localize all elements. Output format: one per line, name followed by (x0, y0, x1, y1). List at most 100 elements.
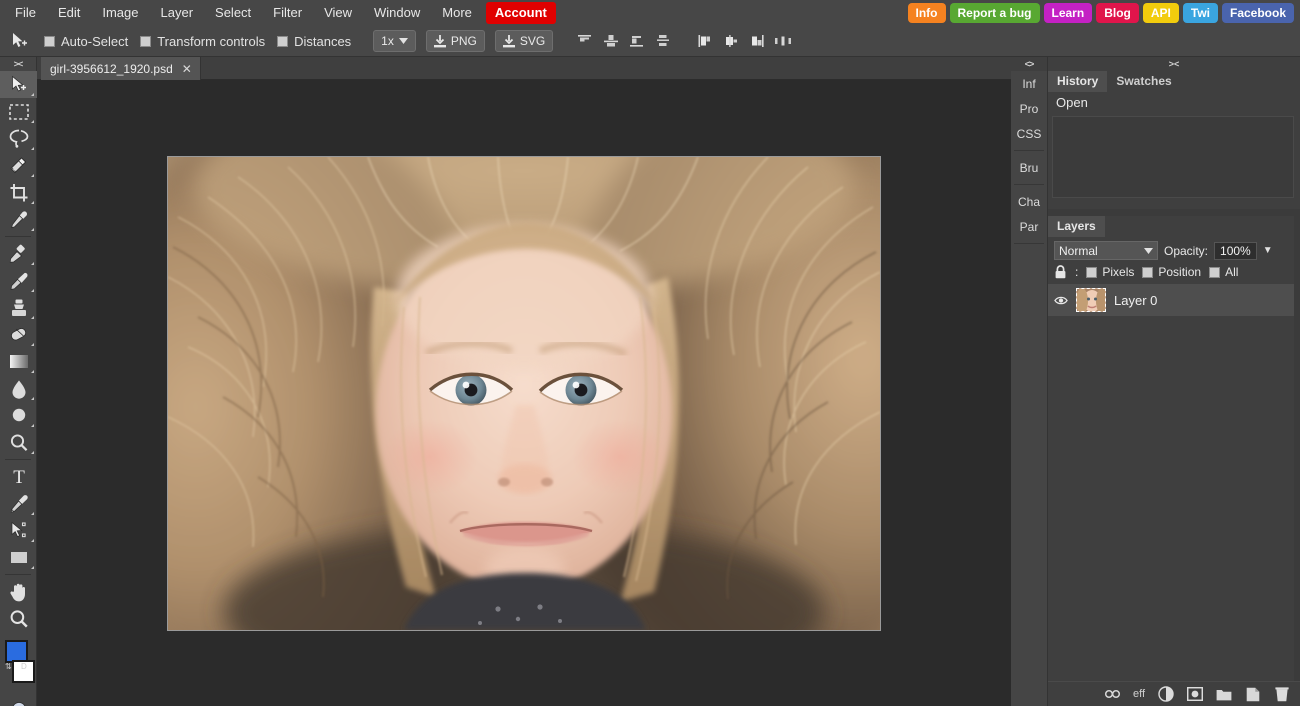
menu-item-view[interactable]: View (313, 1, 363, 25)
tab-swatches[interactable]: Swatches (1107, 71, 1180, 92)
align-left-icon[interactable] (695, 31, 715, 51)
menu-item-more[interactable]: More (431, 1, 483, 25)
document-canvas[interactable] (168, 157, 880, 630)
align-vertical-center-icon[interactable] (601, 31, 621, 51)
menu-item-select[interactable]: Select (204, 1, 262, 25)
blur-tool[interactable] (0, 375, 37, 402)
new-layer-icon[interactable] (1244, 686, 1261, 703)
vertical-tabs-grip[interactable]: <> (1011, 57, 1047, 71)
clone-stamp-tool[interactable] (0, 294, 37, 321)
lock-pixels-box[interactable] (1086, 267, 1097, 278)
export-svg-button[interactable]: SVG (495, 30, 553, 52)
gradient-tool[interactable] (0, 348, 37, 375)
canvas-area[interactable] (37, 80, 1011, 706)
default-colors-icon[interactable]: D (21, 662, 27, 671)
lock-all-box[interactable] (1209, 267, 1220, 278)
transform-controls-checkbox[interactable]: Transform controls (140, 34, 265, 49)
link-api[interactable]: API (1143, 3, 1179, 23)
auto-select-checkbox[interactable]: Auto-Select (44, 34, 128, 49)
shape-tool[interactable] (0, 544, 37, 571)
vtabs-divider (1014, 243, 1044, 244)
layer-row[interactable]: Layer 0 (1048, 284, 1300, 316)
toolbar-grip[interactable]: >< (0, 57, 36, 71)
vtab-info[interactable]: Inf (1011, 71, 1047, 96)
opacity-input[interactable]: 100% (1214, 242, 1257, 260)
panel-collapse-grip[interactable]: >< (1048, 57, 1300, 71)
distances-checkbox[interactable]: Distances (277, 34, 351, 49)
link-blog[interactable]: Blog (1096, 3, 1139, 23)
healing-brush-tool[interactable] (0, 240, 37, 267)
vtab-css[interactable]: CSS (1011, 121, 1047, 146)
tab-history[interactable]: History (1048, 71, 1107, 92)
hand-tool[interactable] (0, 578, 37, 605)
close-icon[interactable]: ✕ (182, 62, 192, 76)
vtab-properties[interactable]: Pro (1011, 96, 1047, 121)
panel-column: >< History Swatches Open Layers (1048, 57, 1300, 706)
layer-thumbnail[interactable] (1076, 288, 1106, 312)
link-learn[interactable]: Learn (1044, 3, 1093, 23)
new-group-icon[interactable] (1215, 686, 1232, 703)
magic-wand-tool[interactable] (0, 152, 37, 179)
align-vertical-group (575, 31, 673, 51)
auto-select-checkbox-box[interactable] (44, 36, 55, 47)
link-report-a-bug[interactable]: Report a bug (950, 3, 1040, 23)
link-twitter[interactable]: Twi (1183, 3, 1218, 23)
layer-visibility-icon[interactable] (1054, 295, 1068, 306)
move-tool[interactable] (0, 71, 37, 98)
blend-mode-select[interactable]: Normal (1054, 241, 1158, 260)
menu-item-window[interactable]: Window (363, 1, 431, 25)
eraser-tool[interactable] (0, 321, 37, 348)
distribute-horizontal-icon[interactable] (773, 31, 793, 51)
swap-colors-icon[interactable]: ⇅ (5, 662, 12, 671)
align-bottom-icon[interactable] (627, 31, 647, 51)
link-info[interactable]: Info (908, 3, 946, 23)
align-right-icon[interactable] (747, 31, 767, 51)
delete-layer-icon[interactable] (1273, 686, 1290, 703)
vtab-paragraph[interactable]: Par (1011, 214, 1047, 239)
brush-tool[interactable] (0, 267, 37, 294)
menu-item-file[interactable]: File (4, 1, 47, 25)
menu-item-layer[interactable]: Layer (150, 1, 205, 25)
zoom-tool[interactable] (0, 605, 37, 632)
distances-checkbox-box[interactable] (277, 36, 288, 47)
menu-item-image[interactable]: Image (91, 1, 149, 25)
eyedropper-tool[interactable] (0, 206, 37, 233)
pen-tool[interactable] (0, 490, 37, 517)
export-svg-label: SVG (520, 34, 545, 48)
zoom-level-select[interactable]: 1x (373, 30, 416, 52)
type-tool[interactable]: T (0, 463, 37, 490)
export-png-button[interactable]: PNG (426, 30, 485, 52)
opacity-caret-icon[interactable]: ▼ (1263, 245, 1273, 256)
zoom-blur-tool[interactable] (0, 429, 37, 456)
align-top-icon[interactable] (575, 31, 595, 51)
link-facebook[interactable]: Facebook (1222, 3, 1294, 23)
tool-options-corner (31, 120, 34, 123)
layer-mask-icon[interactable] (1186, 686, 1203, 703)
align-horizontal-center-icon[interactable] (721, 31, 741, 51)
layer-effects-icon[interactable]: eff (1133, 688, 1145, 700)
lasso-tool[interactable] (0, 125, 37, 152)
path-select-tool[interactable] (0, 517, 37, 544)
marquee-tool[interactable] (0, 98, 37, 125)
history-scroll-region[interactable] (1052, 116, 1294, 198)
lock-position-box[interactable] (1142, 267, 1153, 278)
adjustment-layer-icon[interactable] (1157, 686, 1174, 703)
tab-layers[interactable]: Layers (1048, 216, 1105, 237)
vtab-channels[interactable]: Cha (1011, 189, 1047, 214)
account-button[interactable]: Account (486, 2, 556, 24)
quick-mask-tool[interactable] (0, 694, 37, 706)
layers-scrollbar[interactable] (1294, 216, 1300, 706)
lock-all-checkbox[interactable]: All (1209, 265, 1238, 279)
distribute-vertical-icon[interactable] (653, 31, 673, 51)
transform-controls-checkbox-box[interactable] (140, 36, 151, 47)
history-item-open[interactable]: Open (1048, 92, 1300, 114)
lock-position-checkbox[interactable]: Position (1142, 265, 1201, 279)
vtab-brushes[interactable]: Bru (1011, 155, 1047, 180)
menu-item-filter[interactable]: Filter (262, 1, 313, 25)
document-tab[interactable]: girl-3956612_1920.psd ✕ (41, 57, 201, 80)
menu-item-edit[interactable]: Edit (47, 1, 91, 25)
link-layers-icon[interactable] (1104, 686, 1121, 703)
dodge-tool[interactable] (0, 402, 37, 429)
crop-tool[interactable] (0, 179, 37, 206)
lock-pixels-checkbox[interactable]: Pixels (1086, 265, 1134, 279)
